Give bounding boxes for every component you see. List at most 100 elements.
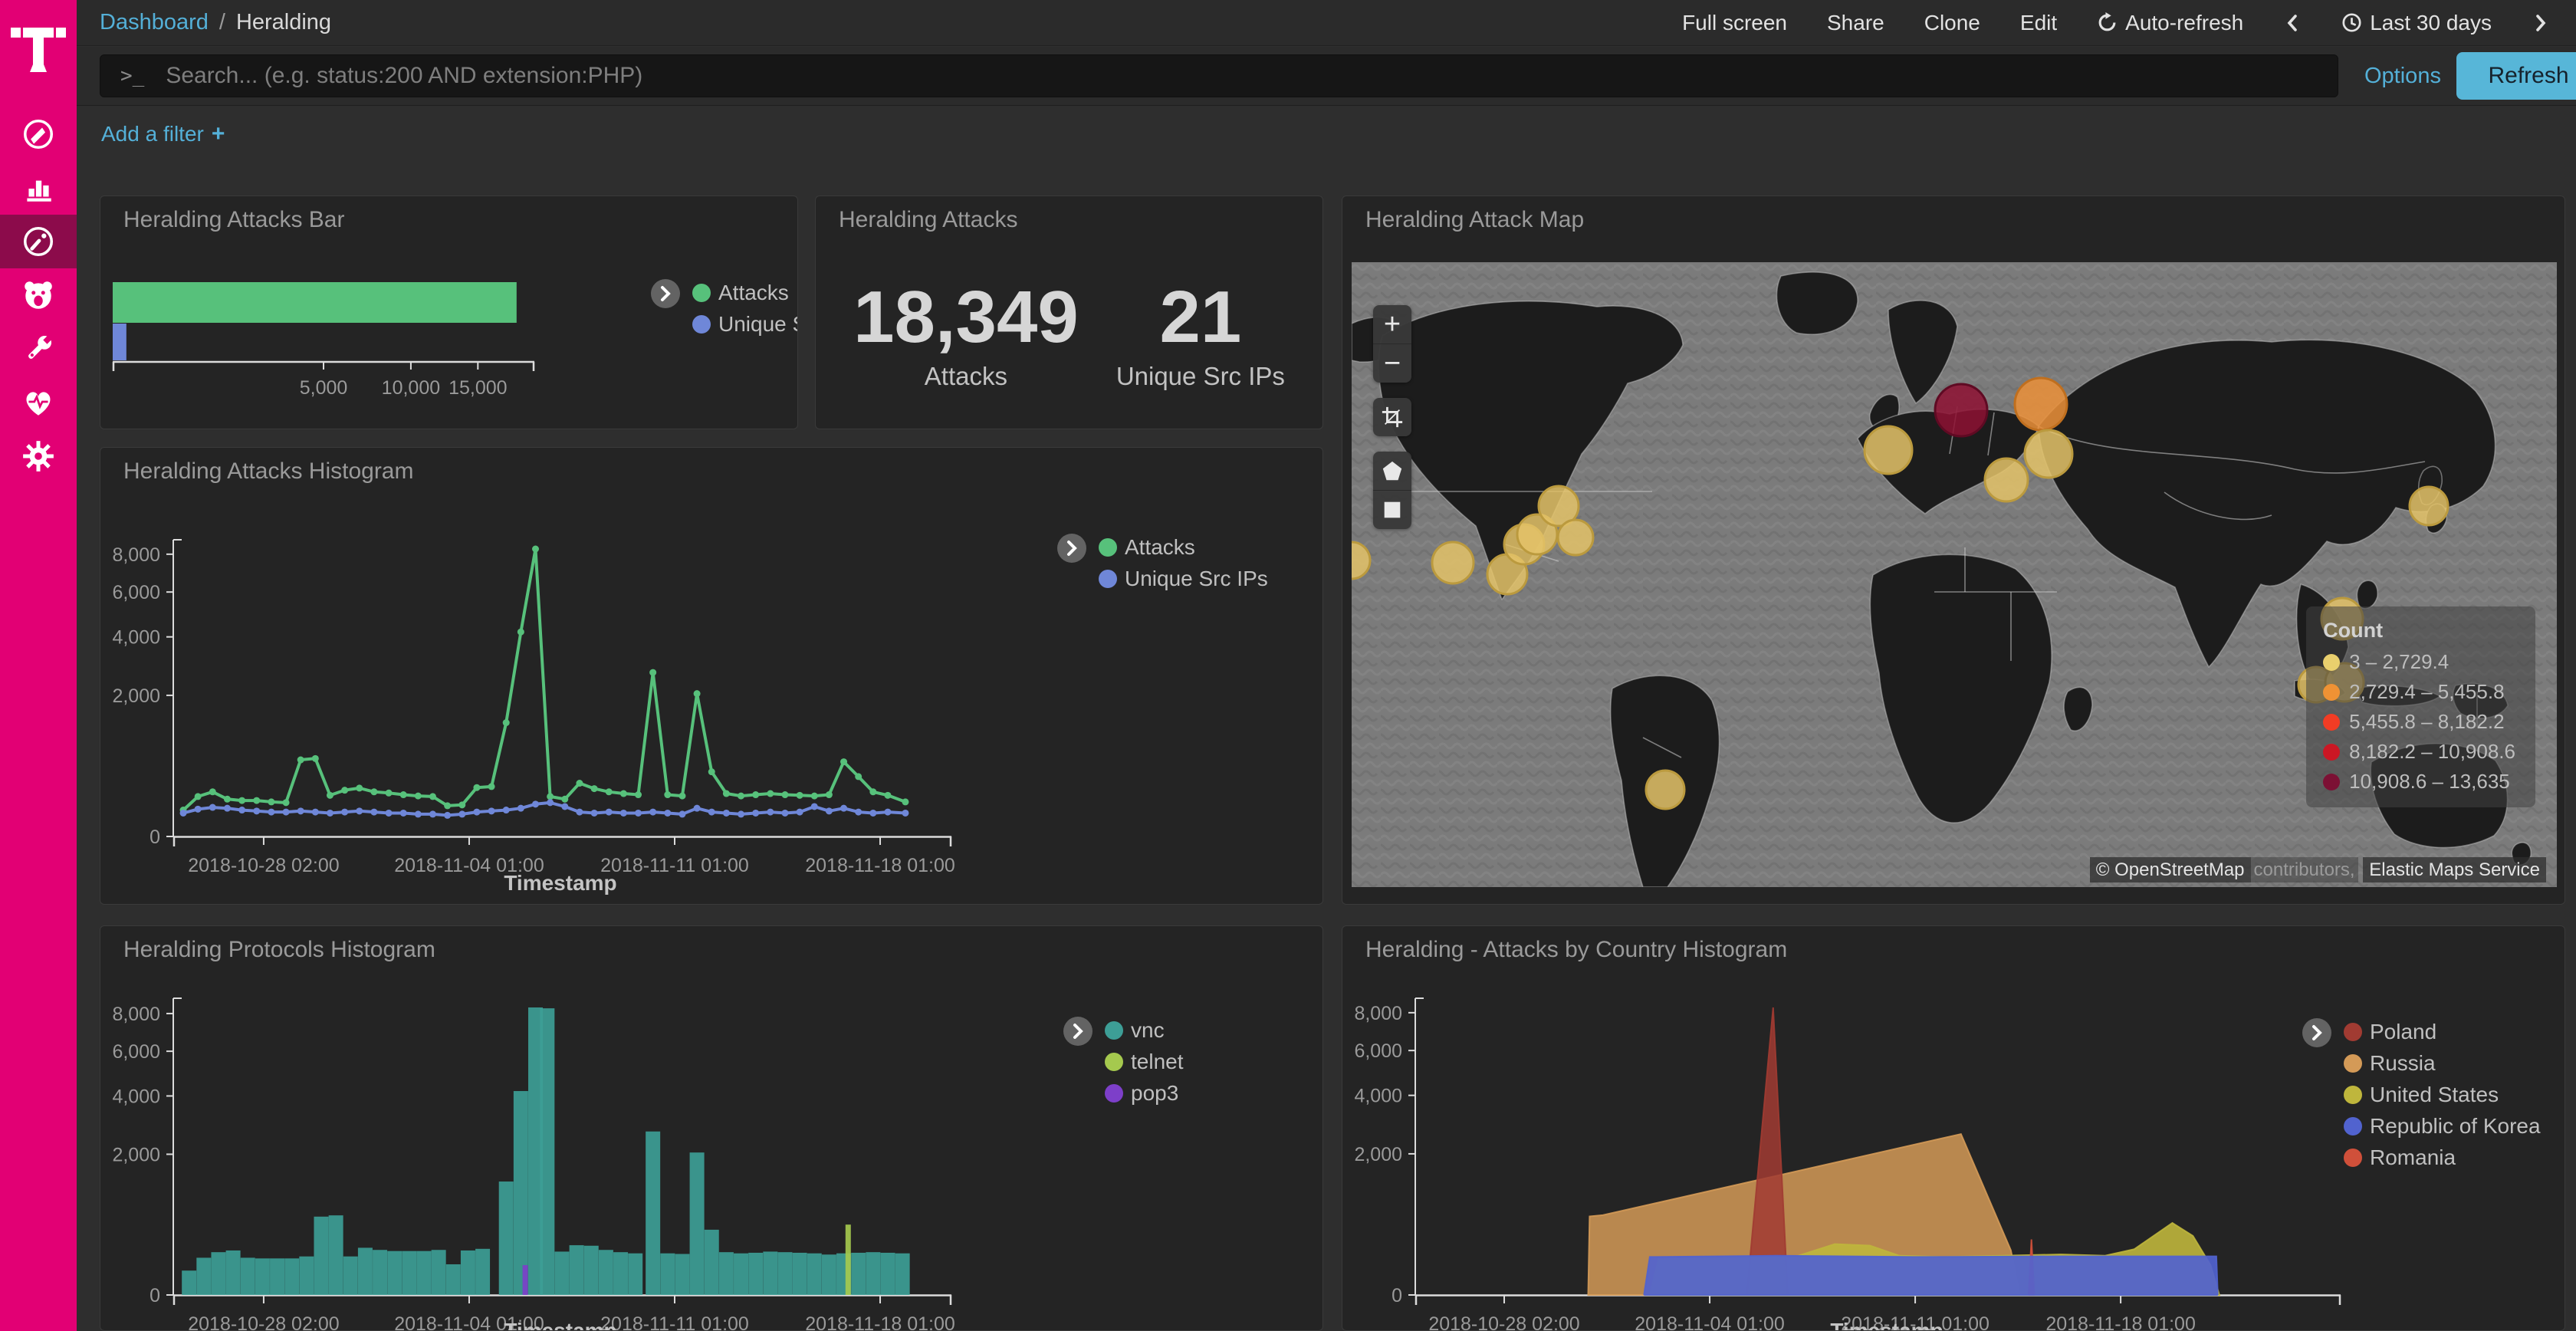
protocols-histogram-chart: 2018-10-28 02:002018-11-04 01:002018-11-… bbox=[100, 926, 1322, 1330]
legend-toggle-arrow-icon[interactable] bbox=[1057, 534, 1086, 563]
svg-text:10,000: 10,000 bbox=[382, 377, 440, 399]
draw-rectangle-button[interactable] bbox=[1373, 491, 1411, 529]
sidebar-item-dev-tools[interactable] bbox=[0, 322, 77, 376]
attack-bubble[interactable] bbox=[2410, 487, 2448, 525]
legend-item[interactable]: telnet bbox=[1105, 1050, 1184, 1074]
breadcrumb-dashboard-link[interactable]: Dashboard bbox=[100, 10, 209, 35]
svg-text:0: 0 bbox=[150, 827, 160, 848]
legend-swatch bbox=[1099, 570, 1117, 588]
add-filter-button[interactable]: Add a filter+ bbox=[101, 121, 225, 147]
svg-text:2,000: 2,000 bbox=[112, 1144, 160, 1165]
draw-polygon-button[interactable] bbox=[1373, 452, 1411, 491]
sidebar-item-timelion[interactable] bbox=[0, 268, 77, 322]
lion-icon bbox=[21, 278, 56, 313]
t-mobile-logo[interactable] bbox=[11, 17, 66, 81]
sidebar-item-discover[interactable] bbox=[0, 107, 77, 161]
map-legend-label: 5,455.8 – 8,182.2 bbox=[2349, 710, 2504, 734]
attack-bubble[interactable] bbox=[1646, 771, 1684, 809]
attack-bubble[interactable] bbox=[1935, 384, 1987, 436]
map-legend-item[interactable]: 10,908.6 – 13,635 bbox=[2323, 770, 2515, 794]
attack-bubble[interactable] bbox=[1865, 426, 1912, 474]
openstreetmap-link[interactable]: © OpenStreetMap bbox=[2090, 857, 2251, 882]
legend-item[interactable]: pop3 bbox=[1105, 1081, 1184, 1106]
time-forward-button[interactable] bbox=[2532, 12, 2550, 34]
legend-item[interactable]: Republic of Korea bbox=[2344, 1114, 2541, 1139]
legend-label: Romania bbox=[2370, 1145, 2456, 1170]
svg-text:2018-10-28 02:00: 2018-10-28 02:00 bbox=[188, 1313, 339, 1330]
panel-attack-map: Heralding Attack Map + − bbox=[1342, 196, 2565, 905]
legend-label: Unique Src IPs bbox=[1125, 567, 1268, 591]
legend-item[interactable]: Unique Src IPs bbox=[692, 312, 798, 337]
zoom-in-button[interactable]: + bbox=[1373, 305, 1411, 344]
panel-title[interactable]: Heralding Attack Map bbox=[1365, 207, 1584, 233]
legend-item[interactable]: Attacks bbox=[1099, 535, 1268, 560]
legend-item[interactable]: Russia bbox=[2344, 1051, 2541, 1076]
legend-label: United States bbox=[2370, 1083, 2499, 1107]
legend-swatch bbox=[1105, 1053, 1123, 1071]
legend-label: Unique Src IPs bbox=[718, 312, 798, 337]
map-legend-item[interactable]: 5,455.8 – 8,182.2 bbox=[2323, 710, 2515, 734]
chevron-right-icon bbox=[2532, 12, 2550, 34]
legend-label: Poland bbox=[2370, 1020, 2436, 1044]
legend-item[interactable]: Attacks bbox=[692, 281, 798, 305]
elastic-maps-link[interactable]: Elastic Maps Service bbox=[2363, 857, 2546, 882]
legend-label: Attacks bbox=[718, 281, 789, 305]
attack-bubble[interactable] bbox=[2015, 378, 2067, 430]
x-axis-title: Timestamp bbox=[1772, 1319, 2002, 1331]
map-legend-item[interactable]: 8,182.2 – 10,908.6 bbox=[2323, 740, 2515, 764]
attack-bubble[interactable] bbox=[1432, 542, 1474, 583]
legend-item[interactable]: Poland bbox=[2344, 1020, 2541, 1044]
fit-data-button[interactable] bbox=[1373, 398, 1411, 436]
time-back-button[interactable] bbox=[2283, 12, 2302, 34]
map-legend-title: Count bbox=[2323, 619, 2515, 642]
svg-text:2018-10-28 02:00: 2018-10-28 02:00 bbox=[1428, 1313, 1579, 1330]
attack-bubble[interactable] bbox=[2025, 430, 2072, 478]
refresh-button[interactable]: Refresh bbox=[2456, 52, 2576, 100]
legend-toggle-arrow-icon[interactable] bbox=[1063, 1017, 1092, 1046]
legend-swatch bbox=[2344, 1086, 2362, 1104]
sidebar-item-monitoring[interactable] bbox=[0, 376, 77, 429]
map-legend-swatch bbox=[2323, 684, 2340, 701]
sidebar-item-dashboard[interactable] bbox=[0, 215, 77, 268]
map-legend-item[interactable]: 3 – 2,729.4 bbox=[2323, 650, 2515, 674]
legend-toggle-arrow-icon[interactable] bbox=[2302, 1018, 2331, 1047]
world-map[interactable]: + − bbox=[1352, 262, 2557, 887]
auto-refresh-button[interactable]: Auto-refresh bbox=[2097, 11, 2243, 35]
search-input[interactable] bbox=[164, 62, 2338, 90]
wrench-icon bbox=[21, 331, 56, 366]
svg-text:5,000: 5,000 bbox=[300, 377, 348, 399]
legend-item[interactable]: vnc bbox=[1105, 1018, 1184, 1043]
full-screen-button[interactable]: Full screen bbox=[1682, 11, 1787, 35]
legend-item[interactable]: United States bbox=[2344, 1083, 2541, 1107]
sidebar-item-visualize[interactable] bbox=[0, 161, 77, 215]
legend-swatch bbox=[1099, 538, 1117, 557]
x-axis-title: Timestamp bbox=[445, 1319, 675, 1331]
legend-item[interactable]: Unique Src IPs bbox=[1099, 567, 1268, 591]
options-link[interactable]: Options bbox=[2364, 47, 2441, 105]
filter-bar: Add a filter+ bbox=[77, 106, 2576, 161]
legend-label: Republic of Korea bbox=[2370, 1114, 2541, 1139]
share-button[interactable]: Share bbox=[1827, 11, 1884, 35]
attack-bubble[interactable] bbox=[1558, 520, 1593, 555]
legend-label: telnet bbox=[1131, 1050, 1184, 1074]
edit-button[interactable]: Edit bbox=[2020, 11, 2057, 35]
metric-label: Attacks bbox=[853, 362, 1079, 391]
legend-swatch bbox=[1105, 1084, 1123, 1103]
map-controls: + − bbox=[1373, 305, 1411, 529]
metric-attacks: 18,349 Attacks bbox=[853, 281, 1079, 391]
clone-button[interactable]: Clone bbox=[1924, 11, 1980, 35]
sidebar-item-management[interactable] bbox=[0, 429, 77, 483]
chevron-left-icon bbox=[2283, 12, 2302, 34]
panel-title[interactable]: Heralding Attacks bbox=[839, 207, 1017, 233]
svg-text:6,000: 6,000 bbox=[112, 1041, 160, 1063]
map-legend-item[interactable]: 2,729.4 – 5,455.8 bbox=[2323, 680, 2515, 704]
zoom-out-button[interactable]: − bbox=[1373, 344, 1411, 383]
svg-text:4,000: 4,000 bbox=[1354, 1086, 1402, 1107]
legend-toggle-arrow-icon[interactable] bbox=[651, 279, 680, 308]
map-legend-swatch bbox=[2323, 654, 2340, 671]
metric-value: 21 bbox=[1116, 281, 1285, 354]
attack-bubble[interactable] bbox=[1985, 458, 2028, 501]
legend-item[interactable]: Romania bbox=[2344, 1145, 2541, 1170]
time-range-picker[interactable]: Last 30 days bbox=[2341, 11, 2492, 35]
legend-swatch bbox=[2344, 1117, 2362, 1135]
